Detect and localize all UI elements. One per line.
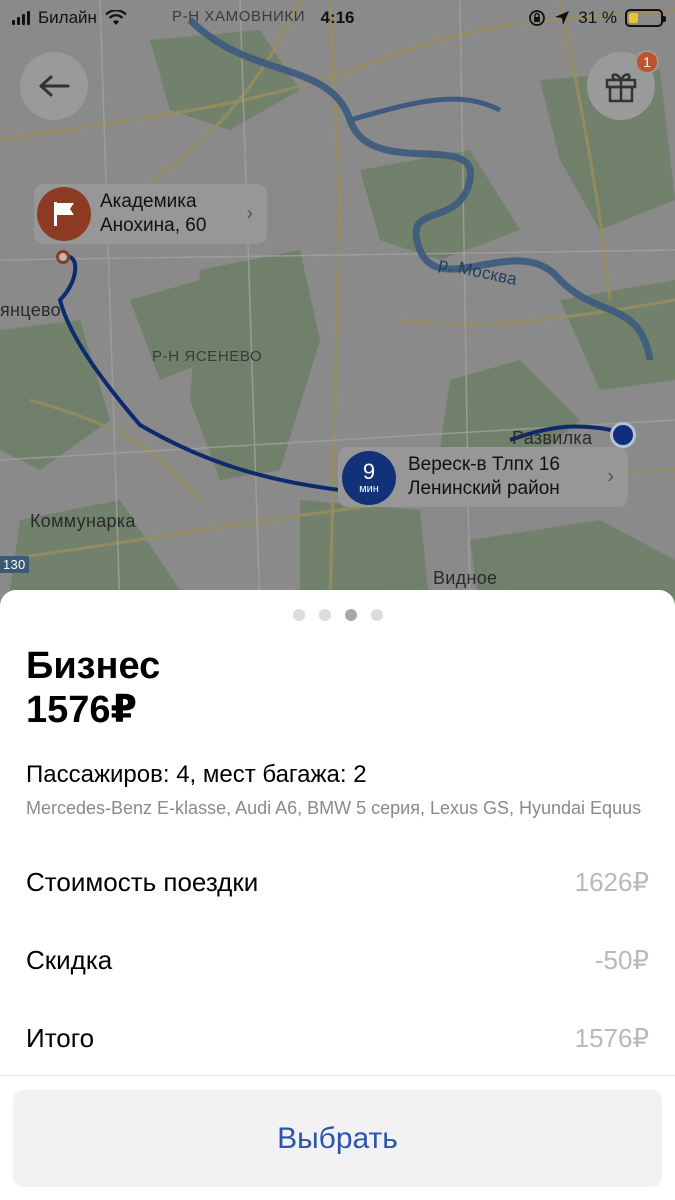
- car-models: Mercedes-Benz E-klasse, Audi A6, BMW 5 с…: [26, 798, 642, 818]
- divider: [0, 1075, 675, 1076]
- destination-pin[interactable]: Академика Анохина, 60 ›: [34, 184, 267, 244]
- page-dot[interactable]: [292, 609, 305, 621]
- map-label-yasenevo: Р-Н ЯСЕНЕВО: [152, 348, 263, 365]
- eta-value: 9: [362, 459, 376, 484]
- battery-icon: [625, 9, 666, 27]
- price-row-trip-cost: Стоимость поездки 1626₽: [26, 866, 649, 898]
- gift-badge: 1: [635, 50, 659, 74]
- page-dot[interactable]: [344, 609, 357, 621]
- capacity-info: Пассажиров: 4, мест багажа: 2: [26, 761, 367, 788]
- price-row-value: 1576₽: [574, 1023, 649, 1053]
- origin-address-line1: Вереск-в Тлпх 16: [408, 454, 560, 475]
- chevron-right-icon: ›: [246, 202, 253, 225]
- price-row-discount: Скидка -50₽: [26, 944, 649, 976]
- arrow-left-icon: [39, 75, 70, 97]
- map-label-razvilka: Развилка: [512, 428, 593, 448]
- price-row-label: Стоимость поездки: [26, 867, 259, 897]
- back-button[interactable]: [20, 52, 88, 120]
- price-row-total: Итого 1576₽: [26, 1022, 649, 1054]
- tariff-name: Бизнес: [26, 645, 161, 687]
- tariff-sheet[interactable]: Бизнес 1576₽ Пассажиров: 4, мест багажа:…: [0, 590, 675, 1200]
- page-indicator[interactable]: [0, 609, 675, 621]
- status-time: 4:16: [320, 8, 355, 27]
- status-bar: Билайн 4:16 31 %: [0, 0, 675, 36]
- destination-address-line1: Академика: [100, 191, 197, 212]
- gift-icon: [605, 73, 637, 103]
- price-row-label: Скидка: [26, 945, 113, 975]
- chevron-right-icon: ›: [607, 465, 614, 488]
- price-row-value: -50₽: [594, 945, 649, 975]
- map-view[interactable]: Р-Н ХАМОВНИКИ Р-Н ЯСЕНЕВО р. Москва янце…: [0, 0, 675, 610]
- page-dot[interactable]: [318, 609, 331, 621]
- origin-address-line2: Ленинский район: [408, 478, 560, 499]
- battery-level: [629, 13, 639, 23]
- road-number-badge: 130: [0, 556, 29, 573]
- origin-dot: [610, 422, 636, 448]
- tariff-price: 1576₽: [26, 689, 137, 731]
- map-label-kommunarka: Коммунарка: [30, 511, 136, 531]
- eta-badge: 9 мин: [342, 451, 396, 505]
- page-dot[interactable]: [370, 609, 383, 621]
- select-button[interactable]: Выбрать: [13, 1090, 662, 1187]
- gift-button[interactable]: 1: [587, 50, 659, 120]
- destination-address-line2: Анохина, 60: [100, 215, 207, 236]
- price-row-label: Итого: [26, 1023, 95, 1053]
- origin-pin[interactable]: 9 мин Вереск-в Тлпх 16 Ленинский район ›: [338, 447, 628, 507]
- price-row-value: 1626₽: [574, 867, 649, 897]
- map-label-vidnoe: Видное: [433, 568, 498, 588]
- origin-address: Вереск-в Тлпх 16 Ленинский район: [408, 453, 560, 501]
- destination-address: Академика Анохина, 60: [100, 190, 206, 238]
- destination-dot: [56, 250, 70, 264]
- flag-icon: [37, 187, 91, 241]
- map-label-town-left: янцево: [0, 300, 61, 320]
- eta-unit: мин: [359, 483, 379, 495]
